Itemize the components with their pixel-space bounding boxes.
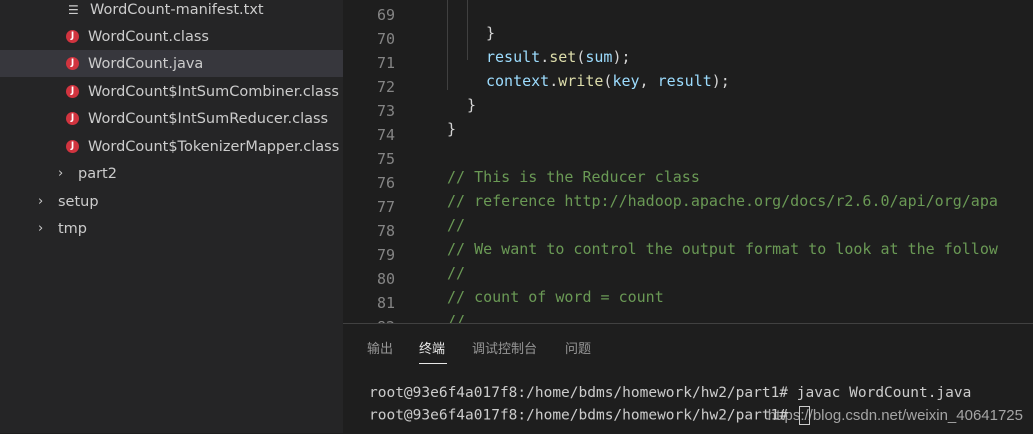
code-line: 82 public static class IntSumReducer — [343, 300, 1033, 323]
tab-debug-console[interactable]: 调试控制台 — [472, 338, 537, 357]
file-label: WordCount.class — [88, 28, 209, 45]
file-item-wordcount-java[interactable]: J WordCount.java — [0, 50, 343, 77]
file-item-intsumcombiner[interactable]: J WordCount$IntSumCombiner.class — [0, 78, 343, 105]
java-file-icon: J — [66, 112, 79, 125]
folder-label: setup — [58, 193, 99, 210]
terminal-prompt: root@93e6f4a017f8:/home/bdms/homework/hw… — [369, 407, 797, 424]
code-line: 74 — [343, 108, 1033, 144]
file-label: WordCount$TokenizerMapper.class — [88, 138, 340, 155]
code-line: 77 // — [343, 180, 1033, 234]
explorer-sidebar: ☰ WordCount-manifest.txt J WordCount.cla… — [0, 0, 343, 433]
code-line: 75 // This is the Reducer class — [343, 132, 1033, 186]
file-label: WordCount.java — [88, 55, 204, 72]
folder-label: tmp — [58, 220, 88, 237]
code-line: 69 } — [343, 0, 1033, 42]
file-item-wordcount-class[interactable]: J WordCount.class — [0, 23, 343, 50]
chevron-right-icon: › — [58, 166, 64, 181]
code-line: 72 } — [343, 60, 1033, 114]
code-line: 73 } — [343, 84, 1033, 138]
file-item-tokenizermapper[interactable]: J WordCount$TokenizerMapper.class — [0, 133, 343, 160]
file-label: WordCount-manifest.txt — [90, 1, 264, 18]
java-file-icon: J — [66, 30, 79, 43]
code-line: 71 context.write(key, result); — [343, 36, 1033, 90]
terminal-line: root@93e6f4a017f8:/home/bdms/homework/hw… — [369, 385, 972, 401]
file-item-wordcount-manifest[interactable]: ☰ WordCount-manifest.txt — [0, 0, 343, 23]
tab-output[interactable]: 输出 — [367, 338, 393, 357]
text-file-icon: ☰ — [68, 2, 79, 17]
active-tab-indicator — [419, 363, 447, 364]
java-file-icon: J — [66, 57, 79, 70]
terminal-prompt-line[interactable]: root@93e6f4a017f8:/home/bdms/homework/hw… — [369, 406, 810, 425]
folder-item-setup[interactable]: › setup — [0, 188, 343, 215]
file-item-intsumreducer[interactable]: J WordCount$IntSumReducer.class — [0, 105, 343, 132]
tab-terminal[interactable]: 终端 — [419, 338, 445, 357]
code-line: 79 // — [343, 228, 1033, 282]
bottom-panel: 输出 终端 调试控制台 问题 root@93e6f4a017f8:/home/b… — [343, 323, 1033, 434]
code-line: 81 // — [343, 276, 1033, 323]
code-line: 80 // count of word = count — [343, 252, 1033, 306]
code-editor[interactable]: 69 } 70 result.set(sum); 71 context.writ… — [343, 0, 1033, 323]
java-file-icon: J — [66, 85, 79, 98]
watermark: https://blog.csdn.net/weixin_40641725 — [767, 407, 1023, 424]
tab-problems[interactable]: 问题 — [565, 338, 591, 357]
file-label: WordCount$IntSumReducer.class — [88, 110, 329, 127]
folder-label: part2 — [78, 165, 117, 182]
file-label: WordCount$IntSumCombiner.class — [88, 83, 339, 100]
chevron-right-icon: › — [38, 221, 44, 236]
folder-item-part2[interactable]: › part2 — [0, 160, 343, 187]
code-line: 76 // reference http://hadoop.apache.org… — [343, 156, 1033, 210]
folder-item-tmp[interactable]: › tmp — [0, 215, 343, 242]
java-file-icon: J — [66, 140, 79, 153]
code-line: 78 // We want to control the output form… — [343, 204, 1033, 258]
code-line: 70 result.set(sum); — [343, 12, 1033, 66]
chevron-right-icon: › — [38, 194, 44, 209]
